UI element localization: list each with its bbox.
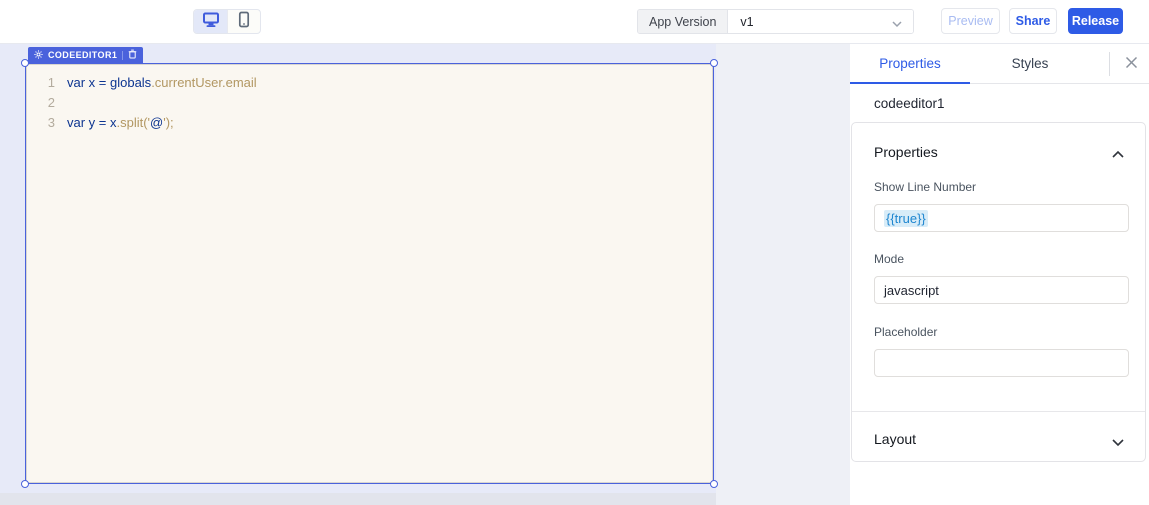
code-token: .currentUser.email bbox=[151, 75, 257, 90]
resize-handle-bottom-right[interactable] bbox=[710, 480, 718, 488]
field-label-show-line-number: Show Line Number bbox=[874, 180, 977, 194]
desktop-monitor-icon bbox=[202, 11, 220, 33]
resize-handle-top-right[interactable] bbox=[710, 59, 718, 67]
section-header-layout[interactable]: Layout bbox=[874, 431, 916, 447]
code-editor[interactable]: 1 var x = globals.currentUser.email 2 3 … bbox=[26, 64, 713, 483]
section-divider bbox=[852, 411, 1145, 412]
gear-icon[interactable] bbox=[34, 46, 43, 64]
code-token: .split(' bbox=[116, 115, 151, 130]
code-line[interactable]: 1 var x = globals.currentUser.email bbox=[27, 73, 712, 93]
codeeditor-widget[interactable]: CODEEDITOR1 1 var x = globals.currentUse… bbox=[21, 47, 718, 488]
code-text: var y = x.split('@'); bbox=[67, 113, 174, 133]
device-preview-toggle bbox=[193, 9, 261, 34]
line-number: 1 bbox=[47, 75, 55, 90]
trash-icon[interactable] bbox=[128, 46, 137, 64]
close-panel-button[interactable] bbox=[1120, 54, 1142, 76]
chevron-up-icon[interactable] bbox=[1111, 146, 1125, 164]
resize-handle-bottom-left[interactable] bbox=[21, 480, 29, 488]
mode-input[interactable]: javascript bbox=[874, 276, 1129, 304]
code-token: var x = globals bbox=[67, 75, 152, 90]
code-line[interactable]: 3 var y = x.split('@'); bbox=[27, 113, 712, 133]
code-token: '); bbox=[163, 115, 174, 130]
code-token: @ bbox=[150, 115, 164, 130]
tab-styles[interactable]: Styles bbox=[970, 44, 1090, 83]
code-text: var x = globals.currentUser.email bbox=[67, 73, 257, 93]
panel-tabs: Properties Styles bbox=[850, 44, 1149, 84]
mobile-view-button[interactable] bbox=[227, 10, 260, 33]
app-version-label: App Version bbox=[638, 10, 729, 33]
selected-widget-name: codeeditor1 bbox=[874, 96, 945, 111]
field-label-mode: Mode bbox=[874, 252, 905, 266]
canvas-right-gutter bbox=[716, 44, 850, 505]
widget-selection-badge[interactable]: CODEEDITOR1 bbox=[28, 46, 144, 64]
tab-properties[interactable]: Properties bbox=[850, 44, 970, 84]
show-line-number-input[interactable]: {{true}} bbox=[874, 204, 1129, 232]
top-toolbar: App Version v1 Preview Share Release bbox=[0, 0, 1149, 44]
share-button[interactable]: Share bbox=[1009, 8, 1057, 34]
widget-badge-label: CODEEDITOR1 bbox=[48, 50, 118, 60]
chevron-down-icon bbox=[891, 17, 903, 31]
app-builder-window: App Version v1 Preview Share Release COD… bbox=[0, 0, 1149, 505]
line-number: 2 bbox=[47, 95, 55, 110]
close-icon bbox=[1124, 55, 1139, 75]
release-button[interactable]: Release bbox=[1068, 8, 1123, 34]
canvas-bottom-edge bbox=[0, 493, 716, 505]
mode-value: javascript bbox=[884, 282, 939, 298]
version-select[interactable]: v1 bbox=[728, 10, 914, 33]
binding-value: {{true}} bbox=[884, 209, 928, 227]
mobile-phone-icon bbox=[238, 11, 250, 33]
code-token: var y = x bbox=[67, 115, 117, 130]
preview-button[interactable]: Preview bbox=[941, 8, 1000, 34]
tabs-divider bbox=[1109, 52, 1110, 76]
placeholder-input[interactable] bbox=[874, 349, 1129, 377]
field-label-placeholder: Placeholder bbox=[874, 325, 938, 339]
code-line[interactable]: 2 bbox=[27, 93, 712, 113]
resize-handle-top-left[interactable] bbox=[21, 59, 29, 67]
section-header-properties[interactable]: Properties bbox=[874, 144, 938, 160]
desktop-view-button[interactable] bbox=[194, 10, 227, 33]
app-version-control: App Version v1 bbox=[637, 9, 915, 34]
version-value: v1 bbox=[740, 14, 754, 29]
properties-panel: Properties Styles codeeditor1 Properties… bbox=[850, 44, 1149, 505]
line-number: 3 bbox=[47, 115, 55, 130]
properties-card: Properties Show Line Number {{true}} Mod… bbox=[851, 122, 1146, 462]
badge-divider bbox=[122, 50, 124, 60]
chevron-down-icon[interactable] bbox=[1111, 434, 1125, 452]
